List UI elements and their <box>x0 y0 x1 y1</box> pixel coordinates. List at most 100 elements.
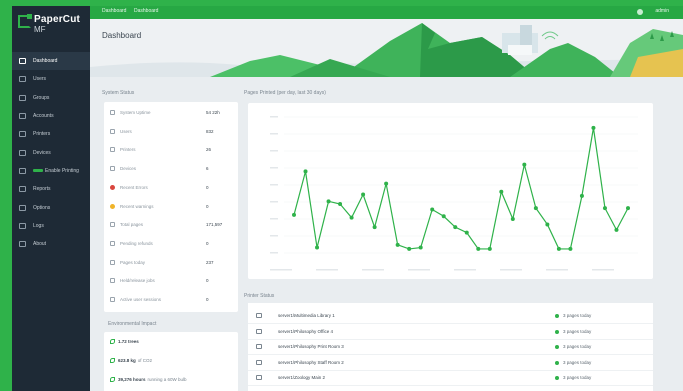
sidebar-item-users[interactable]: Users <box>12 70 90 88</box>
status-row[interactable]: Pending refunds 0 <box>106 238 236 252</box>
breadcrumb-current[interactable]: Dashboard <box>134 8 158 14</box>
status-label: Recent Errors <box>120 184 148 190</box>
papercut-logo[interactable]: PaperCut MF <box>18 14 86 40</box>
chart-line-icon <box>19 58 26 65</box>
printer-row[interactable]: server1\Philosophy Staff Room 2 3 pages t… <box>248 356 653 371</box>
status-row[interactable]: Recent warnings 0 <box>106 201 236 215</box>
data-point[interactable] <box>568 246 573 251</box>
env-row-bulb: 39,276 hours running a 60W bulb <box>110 377 187 382</box>
sidebar-item-printers[interactable]: Printers <box>12 125 90 143</box>
data-point[interactable] <box>361 192 366 197</box>
data-point[interactable] <box>326 199 331 204</box>
data-point[interactable] <box>292 212 296 217</box>
sidebar-item-logs[interactable]: Logs <box>12 217 90 235</box>
y-tick-label <box>270 235 278 237</box>
data-point[interactable] <box>349 215 354 220</box>
status-row[interactable]: Recent Errors 0 <box>106 182 236 196</box>
data-point[interactable] <box>626 206 630 211</box>
data-point[interactable] <box>395 242 400 247</box>
sidebar-item-enable-printing[interactable]: Enable Printing <box>12 162 90 180</box>
device-icon <box>110 166 115 172</box>
data-point[interactable] <box>476 246 481 251</box>
page-title: Dashboard <box>102 31 142 40</box>
data-point[interactable] <box>556 246 561 251</box>
sidebar-item-reports[interactable]: Reports <box>12 180 90 198</box>
data-point[interactable] <box>522 162 527 167</box>
y-tick-label <box>270 252 278 254</box>
printer-row[interactable]: server1\Philosophy Office 4 3 pages today <box>248 325 653 340</box>
user-menu[interactable]: admin <box>655 8 669 14</box>
data-point[interactable] <box>579 193 584 198</box>
data-point[interactable] <box>407 246 412 251</box>
status-row[interactable]: Active user sessions 0 <box>106 294 236 308</box>
sidebar-item-about[interactable]: About <box>12 235 90 253</box>
data-point[interactable] <box>487 246 492 251</box>
data-point[interactable] <box>464 230 469 235</box>
printer-status: 3 pages today <box>563 359 592 365</box>
status-label: Active user sessions <box>120 297 162 302</box>
status-label: Pages today <box>120 259 146 265</box>
header-landscape-illustration <box>90 23 683 77</box>
sidebar-item-dashboard[interactable]: Dashboard <box>12 52 90 71</box>
data-point[interactable] <box>545 222 550 227</box>
data-point[interactable] <box>602 206 607 211</box>
printer-name[interactable]: server1\Multimedia Library 1 <box>278 313 335 318</box>
data-point[interactable] <box>591 125 596 130</box>
status-value: 171,597 <box>206 222 223 228</box>
printer-name[interactable]: server1\Philosophy Print Room 3 <box>278 344 344 349</box>
status-label: Total pages <box>120 222 144 228</box>
data-point[interactable] <box>453 225 458 230</box>
status-row[interactable]: System Uptime 54 22h <box>106 107 236 121</box>
data-point[interactable] <box>510 217 515 221</box>
sidebar-item-label: Logs <box>33 222 44 229</box>
device-icon <box>19 149 26 156</box>
data-point[interactable] <box>430 207 435 212</box>
printer-name[interactable]: server1\Zoology Main 2 <box>278 375 325 380</box>
pages-printed-chart <box>248 103 653 279</box>
avatar-icon[interactable] <box>637 9 643 15</box>
printer-row[interactable]: server1\Zoology Staff Room 13 pages toda… <box>248 387 653 391</box>
sidebar-item-accounts[interactable]: Accounts <box>12 107 90 125</box>
status-value: 0 <box>206 184 209 190</box>
x-tick-label <box>592 269 614 271</box>
sidebar-item-options[interactable]: Options <box>12 198 90 216</box>
breadcrumb-dashboard[interactable]: Dashboard <box>102 8 126 14</box>
top-bar: Dashboard Dashboard admin <box>90 6 683 19</box>
data-point[interactable] <box>441 214 446 219</box>
printer-name[interactable]: server1\Philosophy Staff Room 2 <box>278 360 344 365</box>
status-row[interactable]: Printers 26 <box>106 144 236 158</box>
data-point[interactable] <box>614 227 619 232</box>
status-row[interactable]: Total pages 171,597 <box>106 219 236 233</box>
data-point[interactable] <box>533 206 538 211</box>
status-ok-icon <box>555 314 559 318</box>
x-tick-label <box>362 269 384 271</box>
printer-row[interactable]: server1\Philosophy Print Room 3 3 pages t… <box>248 340 653 356</box>
printer-icon <box>256 375 262 380</box>
data-point[interactable] <box>303 169 308 174</box>
data-point[interactable] <box>372 225 377 230</box>
logo-text: PaperCut <box>34 14 81 25</box>
user-icon <box>19 76 26 83</box>
env-value: 1.72 trees <box>118 339 139 344</box>
printer-status-title: Printer Status <box>244 293 275 299</box>
data-point[interactable] <box>418 245 423 250</box>
sidebar-item-devices[interactable]: Devices <box>12 143 90 161</box>
data-point[interactable] <box>338 202 343 207</box>
status-value: 237 <box>206 259 214 265</box>
status-label: Recent warnings <box>120 203 154 209</box>
printer-name[interactable]: server1\Philosophy Office 4 <box>278 329 333 334</box>
status-row[interactable]: Devices 6 <box>106 163 236 177</box>
env-value: 39,276 hours <box>118 377 146 382</box>
status-row[interactable]: Users 832 <box>106 126 236 140</box>
status-row[interactable]: Pages today 237 <box>106 257 236 271</box>
sidebar-item-groups[interactable]: Groups <box>12 89 90 107</box>
data-point[interactable] <box>499 189 504 194</box>
printer-row[interactable]: server1\Multimedia Library 1 3 pages toda… <box>248 309 653 325</box>
printer-row[interactable]: server1\Zoology Main 2 3 pages today <box>248 371 653 387</box>
data-point[interactable] <box>384 181 389 186</box>
printer-status: 3 pages today <box>563 328 592 334</box>
logo-subtext: MF <box>34 25 46 34</box>
printer-icon <box>256 359 262 365</box>
data-point[interactable] <box>315 245 320 250</box>
status-row[interactable]: Held/release jobs 0 <box>106 275 236 289</box>
